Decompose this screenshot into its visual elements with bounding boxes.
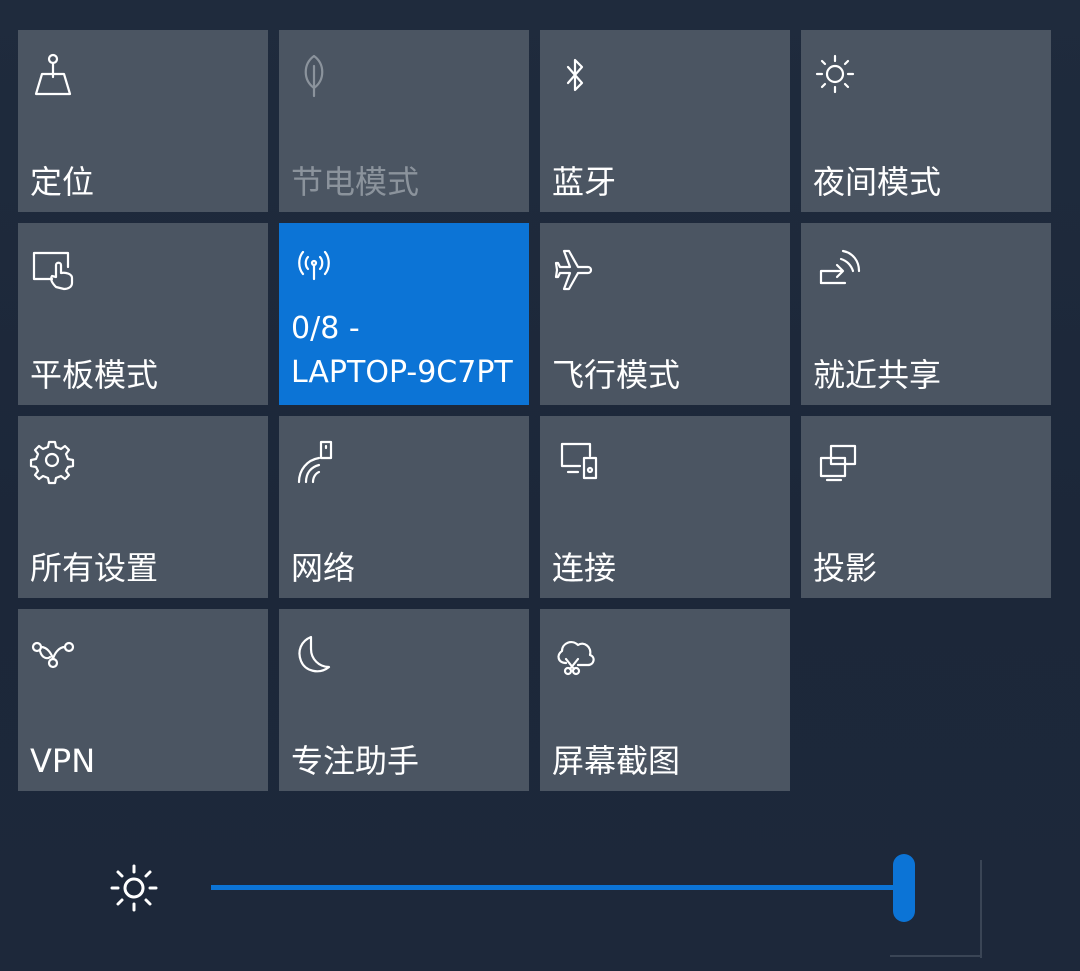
nearby-share-icon xyxy=(811,243,861,293)
tile-mobile-hotspot[interactable]: 0/8 - LAPTOP-9C7PT xyxy=(279,223,529,405)
tile-label: 飞行模式 xyxy=(552,356,681,394)
tile-airplane-mode[interactable]: 飞行模式 xyxy=(540,223,790,405)
action-center-quick-actions: 定位 节电模式 蓝牙 夜间模式 平板模式 0/8 - LAPTOP-9C7PT xyxy=(0,0,1080,971)
tile-label: 定位 xyxy=(30,163,95,201)
tile-label: VPN xyxy=(30,742,96,780)
tile-screen-snip[interactable]: 屏幕截图 xyxy=(540,609,790,791)
moon-icon xyxy=(289,629,339,679)
tile-label: 夜间模式 xyxy=(813,163,942,201)
tile-label: 连接 xyxy=(552,549,617,587)
tablet-mode-icon xyxy=(28,243,78,293)
tile-label: 网络 xyxy=(291,549,356,587)
mobile-hotspot-icon xyxy=(289,243,339,293)
tile-label: 屏幕截图 xyxy=(552,742,681,780)
airplane-icon xyxy=(550,243,600,293)
brightness-slider-fill xyxy=(211,885,904,890)
night-light-icon xyxy=(811,50,861,100)
location-icon xyxy=(28,50,78,100)
tile-label: 投影 xyxy=(813,549,878,587)
tile-location[interactable]: 定位 xyxy=(18,30,268,212)
tile-nearby-sharing[interactable]: 就近共享 xyxy=(801,223,1051,405)
tile-night-light[interactable]: 夜间模式 xyxy=(801,30,1051,212)
network-icon xyxy=(289,436,339,486)
connect-icon xyxy=(550,436,600,486)
tile-label: 平板模式 xyxy=(30,356,159,394)
brightness-slider-thumb[interactable] xyxy=(893,854,915,922)
tile-project[interactable]: 投影 xyxy=(801,416,1051,598)
snip-icon xyxy=(550,629,600,679)
tile-label: 节电模式 xyxy=(291,163,420,201)
leaf-icon xyxy=(289,50,339,100)
tile-label: 0/8 - LAPTOP-9C7PT xyxy=(291,311,513,390)
tile-label: 专注助手 xyxy=(291,742,420,780)
tile-label: 所有设置 xyxy=(30,549,159,587)
tile-tablet-mode[interactable]: 平板模式 xyxy=(18,223,268,405)
tile-network[interactable]: 网络 xyxy=(279,416,529,598)
tile-label: 蓝牙 xyxy=(552,163,617,201)
gear-icon xyxy=(28,436,78,486)
tile-label: 就近共享 xyxy=(813,356,942,394)
brightness-icon xyxy=(104,858,164,918)
tile-focus-assist[interactable]: 专注助手 xyxy=(279,609,529,791)
tile-connect[interactable]: 连接 xyxy=(540,416,790,598)
panel-edge xyxy=(980,860,982,958)
bluetooth-icon xyxy=(550,50,600,100)
project-icon xyxy=(811,436,861,486)
tile-all-settings[interactable]: 所有设置 xyxy=(18,416,268,598)
tile-battery-saver[interactable]: 节电模式 xyxy=(279,30,529,212)
vpn-icon xyxy=(28,629,78,679)
tile-vpn[interactable]: VPN xyxy=(18,609,268,791)
panel-edge xyxy=(890,955,982,957)
tile-bluetooth[interactable]: 蓝牙 xyxy=(540,30,790,212)
brightness-slider-track[interactable] xyxy=(211,885,911,890)
